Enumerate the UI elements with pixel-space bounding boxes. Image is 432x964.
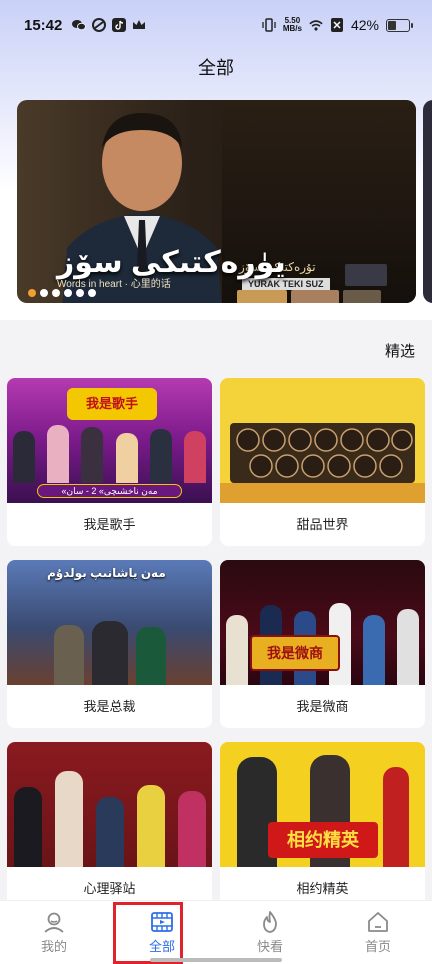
banner-thumb (291, 290, 339, 303)
banner-thumb (345, 264, 387, 286)
home-icon (368, 912, 388, 932)
crown-icon (132, 18, 146, 32)
film-icon (151, 912, 173, 932)
tab-mine[interactable]: 我的 (0, 901, 108, 964)
program-card[interactable]: 我是歌手 «مەن ناخشىچى» 2 - سان 我是歌手 (7, 378, 212, 546)
card-overlay-title: مەن ياشانىپ بولدۇم (47, 566, 166, 580)
home-indicator[interactable] (150, 958, 282, 962)
card-label: 我是微商 (296, 699, 349, 714)
vibrate-icon (262, 18, 276, 32)
banner-subtitle: Words in heart · 心里的话 (57, 279, 171, 290)
wifi-icon (309, 18, 323, 32)
card-overlay-title: 我是歌手 (67, 388, 157, 420)
pagination-dot[interactable] (28, 289, 36, 297)
tab-label: 全部 (148, 939, 175, 954)
banner-thumb (237, 290, 287, 303)
pagination-dot[interactable] (88, 289, 96, 297)
tab-label: 快看 (256, 939, 283, 954)
card-thumbnail: 我是歌手 «مەن ناخشىچى» 2 - سان (7, 378, 212, 503)
pagination-dot[interactable] (76, 289, 84, 297)
tiktok-icon (112, 18, 127, 32)
wechat-icon (72, 18, 87, 32)
card-thumbnail: مەن ياشانىپ بولدۇم (7, 560, 212, 685)
dessert-balls (236, 428, 413, 478)
card-thumbnail (220, 378, 425, 503)
card-overlay-title: 我是微商 (250, 635, 340, 671)
app-icon (92, 18, 107, 32)
program-card[interactable]: 我是微商 我是微商 (220, 560, 425, 728)
pagination-dot[interactable] (52, 289, 60, 297)
section-label[interactable]: 精选 (385, 340, 415, 361)
sim-off-icon (330, 18, 344, 32)
tab-all[interactable]: 全部 (108, 901, 216, 964)
program-card[interactable]: مەن ياشانىپ بولدۇم 我是总裁 (7, 560, 212, 728)
tab-label: 首页 (364, 939, 391, 954)
user-icon (44, 912, 64, 933)
tab-label: 我的 (40, 939, 67, 954)
pagination-dot[interactable] (64, 289, 72, 297)
status-time: 15:42 (24, 16, 63, 34)
card-thumbnail (7, 742, 212, 867)
card-overlay-caption: «مەن ناخشىچى» 2 - سان (37, 484, 182, 498)
card-label: 我是歌手 (83, 517, 136, 532)
program-card[interactable]: 心理驿站 (7, 742, 212, 910)
card-label: 甜品世界 (296, 517, 349, 532)
flame-icon (263, 911, 277, 933)
program-card[interactable]: 甜品世界 (220, 378, 425, 546)
battery-icon (386, 18, 413, 32)
battery-percent: 42% (350, 17, 379, 33)
tab-quick-watch[interactable]: 快看 (216, 901, 324, 964)
status-bar: 15:42 5.50 MB/s 42% (0, 0, 432, 50)
card-overlay-title: 相约精英 (268, 822, 378, 858)
banner-pagination (28, 289, 96, 297)
bottom-tab-bar: 我的 全部 快看 首页 (0, 900, 432, 964)
banner-carousel[interactable]: تۇرەكتىكى سۆز YURAK TEKI SUZ يۈرەكتىكى س… (17, 100, 416, 303)
card-thumbnail: 相约精英 (220, 742, 425, 867)
tab-home[interactable]: 首页 (324, 901, 432, 964)
banner-thumb (343, 290, 381, 303)
network-speed: 5.50 MB/s (282, 16, 302, 33)
card-thumbnail: 我是微商 (220, 560, 425, 685)
card-label: 我是总裁 (83, 699, 136, 714)
banner-next-slide[interactable] (423, 100, 432, 303)
page-title: 全部 (198, 58, 234, 78)
pagination-dot[interactable] (40, 289, 48, 297)
program-card[interactable]: 相约精英 相约精英 (220, 742, 425, 910)
